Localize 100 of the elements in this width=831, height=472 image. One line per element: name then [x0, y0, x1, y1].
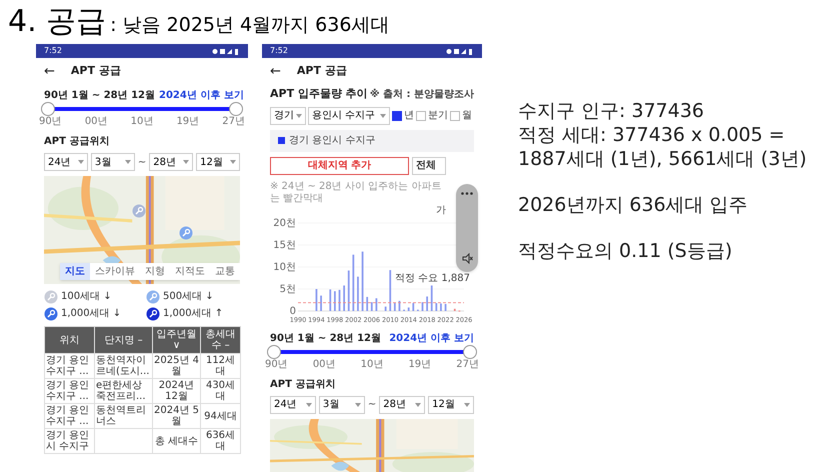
- caret-icon: [296, 114, 302, 118]
- table-cell: 636세대: [200, 428, 240, 454]
- column-header[interactable]: 위치: [44, 326, 94, 354]
- dropdown[interactable]: 용인시 수지구: [308, 106, 390, 124]
- marker-icon: [132, 204, 146, 218]
- dropdown[interactable]: 24년: [44, 153, 88, 171]
- more-icon: [461, 192, 473, 195]
- section-title: APT 공급위치: [43, 135, 110, 149]
- checkbox-label: 분기: [428, 109, 448, 123]
- status-time: 7:52: [44, 45, 62, 57]
- caret-icon: [124, 160, 131, 164]
- dropdown[interactable]: 경기: [270, 106, 306, 124]
- tick-label: 19년: [176, 116, 200, 128]
- tick-label: 10년: [130, 116, 154, 128]
- note-text: 적정수요의 0.11 (S등급): [518, 239, 734, 263]
- screen-title: APT 공급: [296, 62, 347, 79]
- back-button[interactable]: ←: [44, 64, 55, 78]
- table-cell: 112세대: [200, 354, 240, 378]
- slider-handle[interactable]: [267, 344, 281, 358]
- column-header[interactable]: 단지명 –: [94, 326, 152, 354]
- caret-icon: [183, 160, 190, 164]
- marker-icon: [44, 290, 58, 304]
- bar: [352, 254, 354, 310]
- bar: [348, 270, 350, 310]
- bar: [389, 270, 392, 310]
- chart-legend-label: 가: [435, 204, 447, 216]
- caret-icon: [354, 402, 361, 406]
- tick-label: 27년: [456, 358, 479, 370]
- period-label: 90년 1월 ~ 28년 12월: [270, 332, 382, 346]
- note-text: 수지구 인구: 377436: [518, 99, 706, 123]
- tick-label: 27년: [222, 116, 245, 128]
- slider-handle[interactable]: [463, 344, 477, 358]
- slide-title: 4. 공급: [8, 3, 106, 41]
- y-tick-label: 5천: [280, 284, 296, 294]
- note-text: 적정 세대: 377436 x 0.005 =: [518, 123, 786, 147]
- table-cell: 2024년 5월: [152, 404, 200, 428]
- tick-label: 90년: [39, 116, 62, 128]
- tick-label: 10년: [360, 358, 384, 370]
- bar: [329, 288, 332, 310]
- bar: [412, 302, 414, 310]
- table-cell: 경기 용인시 수지구: [44, 428, 94, 454]
- checkbox[interactable]: [392, 110, 402, 120]
- dropdown[interactable]: 24년: [270, 396, 316, 414]
- dropdown[interactable]: 12월: [196, 153, 240, 171]
- dropdown[interactable]: 28년: [379, 396, 426, 414]
- view-after-link[interactable]: 2024년 이후 보기: [159, 88, 244, 103]
- dropdown[interactable]: 12월: [428, 396, 474, 414]
- table-cell: 430세대: [200, 378, 240, 404]
- map-tab[interactable]: 교통: [210, 263, 240, 280]
- all-button[interactable]: 전체: [412, 156, 446, 174]
- map-tab[interactable]: 스카이뷰: [90, 263, 140, 280]
- checkbox[interactable]: [450, 110, 460, 120]
- dropdown[interactable]: 3월: [318, 396, 365, 414]
- bar: [394, 302, 396, 310]
- map-tab[interactable]: 지형: [140, 263, 170, 280]
- dropdown[interactable]: 28년: [149, 153, 194, 171]
- caret-icon: [78, 160, 84, 164]
- table-cell: 경기 용인 수지구 ...: [44, 354, 94, 378]
- threshold-label: 적정 수요 1,887: [395, 272, 470, 284]
- add-region-button[interactable]: 대체지역 추가: [270, 156, 409, 174]
- volume-icon: [462, 253, 472, 264]
- dropdown[interactable]: 3월: [90, 153, 135, 171]
- checkbox-label: 월: [462, 109, 472, 123]
- source-note: ※ 출처 : 분양물량조사: [370, 88, 474, 102]
- caret-icon: [464, 402, 470, 406]
- marker-icon: [179, 226, 193, 240]
- tick-label: 00년: [312, 358, 336, 370]
- map-tab[interactable]: 지도: [60, 263, 90, 280]
- y-tick-label: 15천: [273, 240, 296, 250]
- tick-label: 00년: [84, 116, 108, 128]
- back-button[interactable]: ←: [270, 64, 281, 78]
- bar: [370, 302, 373, 310]
- table-cell: 경기 용인 수지구 ...: [44, 404, 94, 428]
- status-icons: [446, 48, 474, 54]
- tick-label: 19년: [408, 358, 432, 370]
- bar: [454, 308, 456, 310]
- map-tab[interactable]: 지적도: [170, 263, 210, 280]
- legend-label: 1,000세대 ↓: [61, 307, 122, 321]
- table-cell: 2024년 12월: [152, 378, 200, 404]
- slider-handle[interactable]: [41, 102, 55, 116]
- range-separator: ~: [138, 156, 146, 170]
- legend-label: 1,000세대 ↑: [163, 307, 224, 321]
- y-tick-label: 10천: [273, 262, 296, 272]
- caret-icon: [306, 402, 312, 406]
- view-after-link[interactable]: 2024년 이후 보기: [389, 330, 474, 346]
- tick-label: 90년: [265, 358, 288, 370]
- slider-handle[interactable]: [229, 102, 243, 116]
- bar: [435, 302, 438, 310]
- range-separator: ~: [368, 398, 376, 412]
- screen-title: APT 공급: [70, 62, 121, 79]
- chart-note: ※ 24년 ~ 28년 사이 입주하는 아파트는 빨간막대: [270, 180, 442, 204]
- note-text: 1887세대 (1년), 5661세대 (3년): [518, 147, 807, 171]
- column-header[interactable]: 총세대수 –: [200, 326, 240, 354]
- checkbox[interactable]: [416, 110, 426, 120]
- caret-icon: [230, 160, 236, 164]
- column-header[interactable]: 입주년월 ∨: [152, 326, 200, 354]
- slide-subtitle: : 낮음 2025년 4월까지 636세대: [110, 13, 390, 38]
- table-cell: e편한세상죽전프리...: [94, 378, 152, 404]
- marker-icon: [44, 306, 58, 320]
- marker-icon: [146, 290, 160, 304]
